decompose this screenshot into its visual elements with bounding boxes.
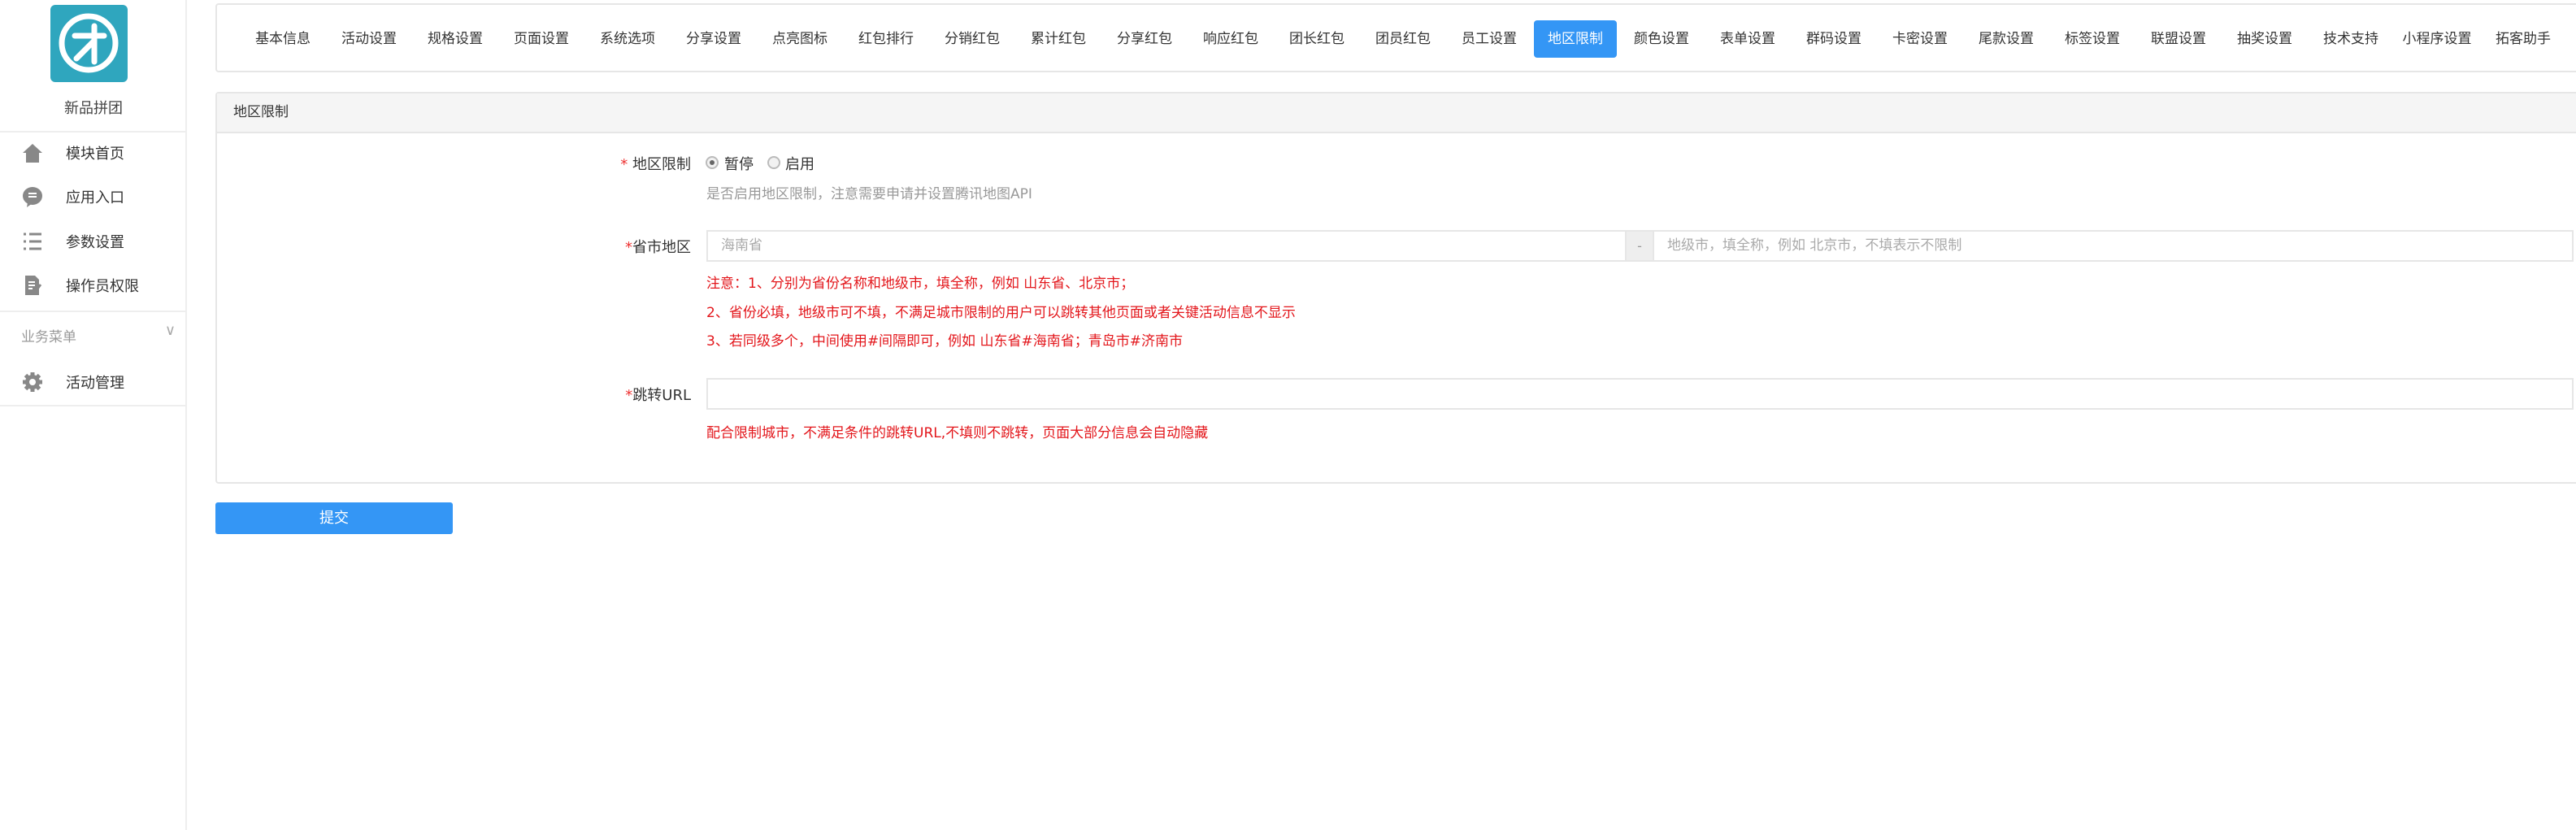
tab-15[interactable]: 员工设置: [1446, 20, 1532, 58]
required-mark: *: [620, 156, 632, 173]
sidebar-item-params[interactable]: 参数设置: [0, 225, 187, 258]
chat-icon: [21, 185, 44, 208]
tab-2[interactable]: 活动设置: [326, 20, 412, 58]
tab-26[interactable]: 小程序设置: [2394, 20, 2480, 58]
document-edit-icon: [21, 274, 44, 297]
divider: [0, 131, 187, 133]
tabs: 基本信息 活动设置 规格设置 页面设置 系统选项 分享设置 点亮图标 红包排行 分销红包 累计红包…: [217, 20, 2566, 58]
divider: [0, 405, 187, 406]
tab-16[interactable]: 地区限制: [1534, 20, 1617, 58]
province-note-2: 2、省份必填，地级市可不填，不满足城市限制的用户可以跳转其他页面或者关键活动信息…: [706, 305, 1296, 321]
province-note-1: 注意：1、分别为省份名称和地级市，填全称，例如 山东省、北京市；: [706, 276, 1135, 292]
tab-1[interactable]: 基本信息: [240, 20, 326, 58]
tab-23[interactable]: 联盟设置: [2135, 20, 2222, 58]
city-input[interactable]: 地级市，填全称，例如 北京市，不填表示不限制: [1653, 230, 2574, 262]
required-mark: *: [625, 387, 633, 404]
business-menu-group[interactable]: 业务菜单 ∨: [21, 322, 176, 345]
tab-11[interactable]: 分享红包: [1101, 20, 1188, 58]
app-logo: [50, 5, 128, 82]
label-text: 跳转URL: [632, 387, 691, 404]
tab-22[interactable]: 标签设置: [2049, 20, 2135, 58]
province-label: *省市地区: [528, 236, 691, 256]
sidebar-item-home[interactable]: 模块首页: [0, 137, 187, 169]
tab-18[interactable]: 表单设置: [1705, 20, 1791, 58]
tab-9[interactable]: 分销红包: [929, 20, 1015, 58]
list-icon: [21, 230, 44, 253]
app-name: 新品拼团: [64, 100, 123, 117]
settings-tab-bar: 基本信息 活动设置 规格设置 页面设置 系统选项 分享设置 点亮图标 红包排行 分销红包 累计红包…: [215, 3, 2576, 72]
sidebar-item-app-entry[interactable]: 应用入口: [0, 180, 187, 213]
tab-14[interactable]: 团员红包: [1360, 20, 1446, 58]
tab-6[interactable]: 分享设置: [671, 20, 757, 58]
tab-21[interactable]: 尾款设置: [1963, 20, 2049, 58]
redirect-url-label: *跳转URL: [528, 384, 691, 404]
region-limit-panel: 地区限制: [215, 92, 2576, 484]
divider: [0, 311, 187, 312]
tab-24[interactable]: 抽奖设置: [2222, 20, 2308, 58]
sidebar-item-operator-permissions[interactable]: 操作员权限: [0, 269, 187, 302]
sidebar-item-label: 模块首页: [66, 146, 124, 163]
region-limit-help: 是否启用地区限制，注意需要申请并设置腾讯地图API: [706, 186, 1032, 202]
tab-3[interactable]: 规格设置: [412, 20, 498, 58]
sidebar-item-label: 应用入口: [66, 189, 124, 206]
radio-pause-label[interactable]: 暂停: [724, 153, 754, 174]
sidebar-item-label: 活动管理: [66, 375, 124, 392]
gear-icon: [21, 371, 44, 393]
radio-enable-label[interactable]: 启用: [785, 153, 815, 174]
chevron-down-icon[interactable]: ∨: [165, 322, 176, 339]
tab-5[interactable]: 系统选项: [584, 20, 671, 58]
province-note-3: 3、若同级多个，中间使用#间隔即可，例如 山东省#海南省；青岛市#济南市: [706, 333, 1183, 350]
province-input[interactable]: 海南省: [706, 230, 1627, 262]
sidebar: 新品拼团 模块首页 应用入口 参数设置 操作员权限 业务菜单 ∨ 活动管理: [0, 0, 187, 830]
sidebar-item-label: 操作员权限: [66, 278, 139, 295]
tab-25[interactable]: 技术支持: [2308, 20, 2394, 58]
tab-10[interactable]: 累计红包: [1015, 20, 1101, 58]
sidebar-item-label: 参数设置: [66, 234, 124, 251]
sidebar-item-activity-management[interactable]: 活动管理: [0, 366, 187, 398]
tab-17[interactable]: 颜色设置: [1618, 20, 1705, 58]
submit-button[interactable]: 提交: [215, 502, 453, 534]
region-limit-label: * 地区限制: [528, 153, 691, 173]
redirect-url-input[interactable]: [706, 378, 2574, 410]
tab-19[interactable]: 群码设置: [1791, 20, 1877, 58]
home-icon: [21, 141, 44, 164]
tab-12[interactable]: 响应红包: [1188, 20, 1274, 58]
required-mark: *: [625, 239, 632, 256]
tab-13[interactable]: 团长红包: [1274, 20, 1360, 58]
redirect-url-note: 配合限制城市，不满足条件的跳转URL,不填则不跳转，页面大部分信息会自动隐藏: [706, 425, 1209, 441]
tab-27[interactable]: 拓客助手: [2480, 20, 2566, 58]
group-label: 业务菜单: [21, 329, 76, 345]
label-text: 地区限制: [632, 156, 691, 173]
tab-20[interactable]: 卡密设置: [1877, 20, 1963, 58]
tab-8[interactable]: 红包排行: [843, 20, 929, 58]
separator-addon: -: [1625, 230, 1654, 262]
radio-pause[interactable]: [706, 156, 719, 169]
tab-7[interactable]: 点亮图标: [757, 20, 843, 58]
label-text: 省市地区: [632, 239, 691, 256]
radio-enable[interactable]: [767, 156, 780, 169]
panel-title: 地区限制: [217, 93, 2576, 133]
tab-4[interactable]: 页面设置: [498, 20, 584, 58]
